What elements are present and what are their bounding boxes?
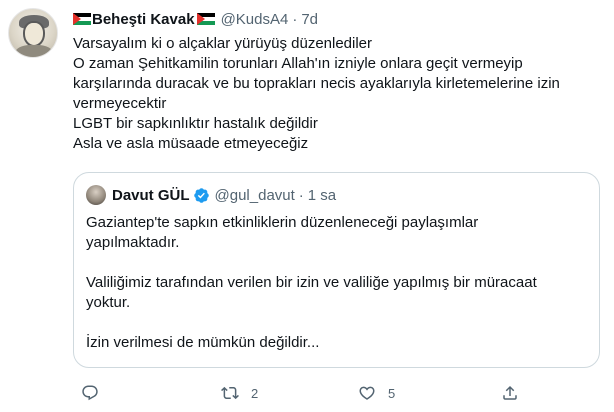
like-count: 5 <box>388 385 396 401</box>
like-icon <box>359 386 375 400</box>
tweet-action-bar: 2 5 <box>73 382 593 404</box>
verified-badge-icon <box>193 187 209 203</box>
tweet-text-line: O zaman Şehitkamilin torunları Allah'ın … <box>73 55 523 72</box>
quoted-text-line: Gaziantep'te sapkın etkinliklerin düzenl… <box>86 214 479 231</box>
quoted-tweet-card[interactable]: Davut GÜL @gul_davut · 1 sa Gaziantep'te… <box>73 172 600 368</box>
quoted-author-handle: @gul_davut <box>214 186 295 204</box>
quoted-author-avatar <box>86 185 106 205</box>
quoted-text-line: yapılmaktadır. <box>86 234 180 251</box>
share-icon <box>503 385 517 400</box>
tweet-text: Varsayalım ki o alçaklar yürüyüş düzenle… <box>73 34 593 154</box>
tweet-header: Beheşti Kavak @KudsA4 · 7d <box>73 9 318 29</box>
reply-button[interactable] <box>81 382 111 404</box>
like-button[interactable]: 5 <box>358 382 395 404</box>
palestine-flag-icon <box>196 13 215 25</box>
author-avatar[interactable] <box>8 8 58 58</box>
quoted-text-line <box>86 313 586 333</box>
quoted-text-line: Valiliğimiz tarafından verilen bir izin … <box>86 274 537 291</box>
share-button[interactable] <box>501 382 531 404</box>
quoted-text-line <box>86 253 586 273</box>
retweet-count: 2 <box>251 385 259 401</box>
separator-dot: · <box>298 186 304 204</box>
tweet-text-line: karşılarında duracak ve bu toprakları ne… <box>73 75 560 92</box>
palestine-flag-icon <box>73 13 91 25</box>
reply-icon <box>82 385 98 401</box>
quoted-text-line: yoktur. <box>86 294 131 311</box>
author-handle[interactable]: @KudsA4 <box>221 11 289 28</box>
tweet-text-line: vermeyecektir <box>73 95 167 112</box>
tweet-text-line: Varsayalım ki o alçaklar yürüyüş düzenle… <box>73 35 373 52</box>
tweet-text-line: Asla ve asla müsaade etmeyeceğiz <box>73 135 309 152</box>
author-name-link[interactable]: Beheşti Kavak <box>73 11 215 28</box>
quoted-tweet-timestamp: 1 sa <box>307 186 337 204</box>
tweet-timestamp[interactable]: 7d <box>301 11 318 28</box>
quoted-tweet-text: Gaziantep'te sapkın etkinliklerin düzenl… <box>86 213 586 353</box>
retweet-button[interactable]: 2 <box>221 382 258 404</box>
author-name: Beheşti Kavak <box>92 10 195 28</box>
avatar-face <box>23 21 45 47</box>
tweet-text-line: LGBT bir sapkınlıktır hastalık değildir <box>73 115 318 132</box>
separator-dot: · <box>292 10 298 28</box>
retweet-icon <box>221 386 239 400</box>
quoted-text-line: İzin verilmesi de mümkün değildir... <box>86 334 320 351</box>
quoted-author-name: Davut GÜL <box>112 186 190 204</box>
quoted-tweet-header: Davut GÜL @gul_davut · 1 sa <box>86 185 336 205</box>
avatar-body <box>15 45 53 57</box>
